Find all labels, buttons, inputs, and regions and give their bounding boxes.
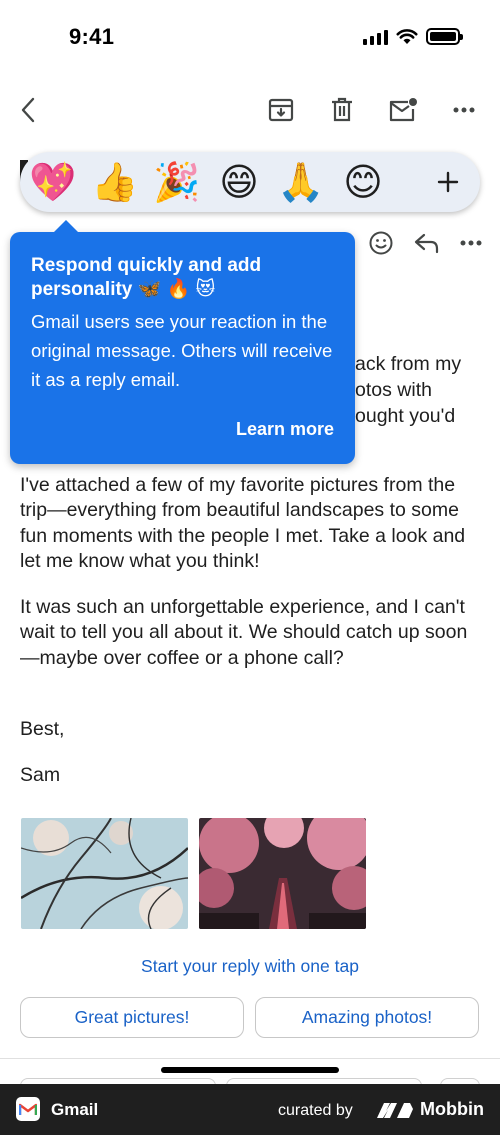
footer-curated-by: curated by (278, 1102, 353, 1119)
mark-unread-button[interactable] (381, 88, 425, 132)
learn-more-link[interactable]: Learn more (236, 419, 334, 440)
reaction-sparkling-heart[interactable]: 💖 (22, 152, 84, 212)
smart-reply-chip[interactable]: Great pictures! (20, 997, 244, 1038)
smart-reply-prompt: Start your reply with one tap (141, 956, 359, 976)
smart-reply-chip[interactable]: Amazing photos! (255, 997, 479, 1038)
home-indicator (161, 1067, 339, 1073)
reaction-bar: 💖 👍 🎉 😄 🙏 😊 (20, 152, 480, 212)
add-reaction-icon[interactable] (368, 230, 394, 256)
more-button[interactable] (442, 88, 486, 132)
reactions-tooltip: Respond quickly and add personality 🦋 🔥 … (10, 220, 355, 464)
mail-unread-icon (389, 98, 417, 122)
footer-app-name: Gmail (51, 1100, 99, 1119)
email-toolbar (0, 88, 500, 132)
tooltip-body: Gmail users see your reaction in the ori… (31, 311, 333, 390)
email-partial-line: ought you'd (355, 405, 456, 427)
chevron-left-icon (21, 97, 35, 123)
attachment-photo-canal[interactable] (199, 818, 366, 929)
archive-button[interactable] (259, 88, 303, 132)
signal-icon (363, 29, 388, 45)
email-partial-line: otos with (355, 379, 432, 401)
reaction-thumbs-up[interactable]: 👍 (84, 152, 146, 212)
more-horizontal-icon[interactable] (460, 240, 482, 246)
email-paragraph: It was such an unforgettable experience,… (20, 596, 468, 669)
sender-row-actions (368, 230, 482, 256)
archive-icon (268, 98, 294, 122)
status-time: 9:41 (69, 24, 115, 49)
reaction-party-popper[interactable]: 🎉 (146, 152, 208, 212)
reaction-grinning-face[interactable]: 😄 (208, 152, 270, 212)
email-partial-line: ack from my (355, 353, 462, 375)
more-horizontal-icon (453, 107, 475, 113)
battery-icon (426, 28, 463, 45)
tooltip-title: Respond quickly and add personality 🦋 🔥 … (31, 255, 262, 300)
trash-icon (332, 97, 352, 122)
wifi-icon (396, 28, 418, 44)
back-button[interactable] (6, 88, 50, 132)
mobbin-logo-icon (377, 1103, 413, 1118)
reply-icon[interactable] (414, 232, 440, 254)
gmail-logo-icon (16, 1097, 40, 1121)
email-signature: Sam (20, 764, 61, 786)
email-signoff: Best, (20, 718, 65, 740)
reaction-smiling-face[interactable]: 😊 (332, 152, 394, 212)
status-icons (363, 28, 463, 45)
attachment-photo-blossoms[interactable] (21, 818, 188, 929)
divider (0, 1058, 500, 1059)
footer-brand: Mobbin (420, 1099, 484, 1119)
plus-icon (437, 171, 459, 193)
status-bar: 9:41 (0, 0, 500, 76)
reaction-folded-hands[interactable]: 🙏 (270, 152, 332, 212)
add-reaction-button[interactable] (432, 166, 464, 198)
delete-button[interactable] (320, 88, 364, 132)
footer-banner: Gmail curated by Mobbin (0, 1084, 500, 1135)
email-paragraph: I've attached a few of my favorite pictu… (20, 474, 466, 572)
